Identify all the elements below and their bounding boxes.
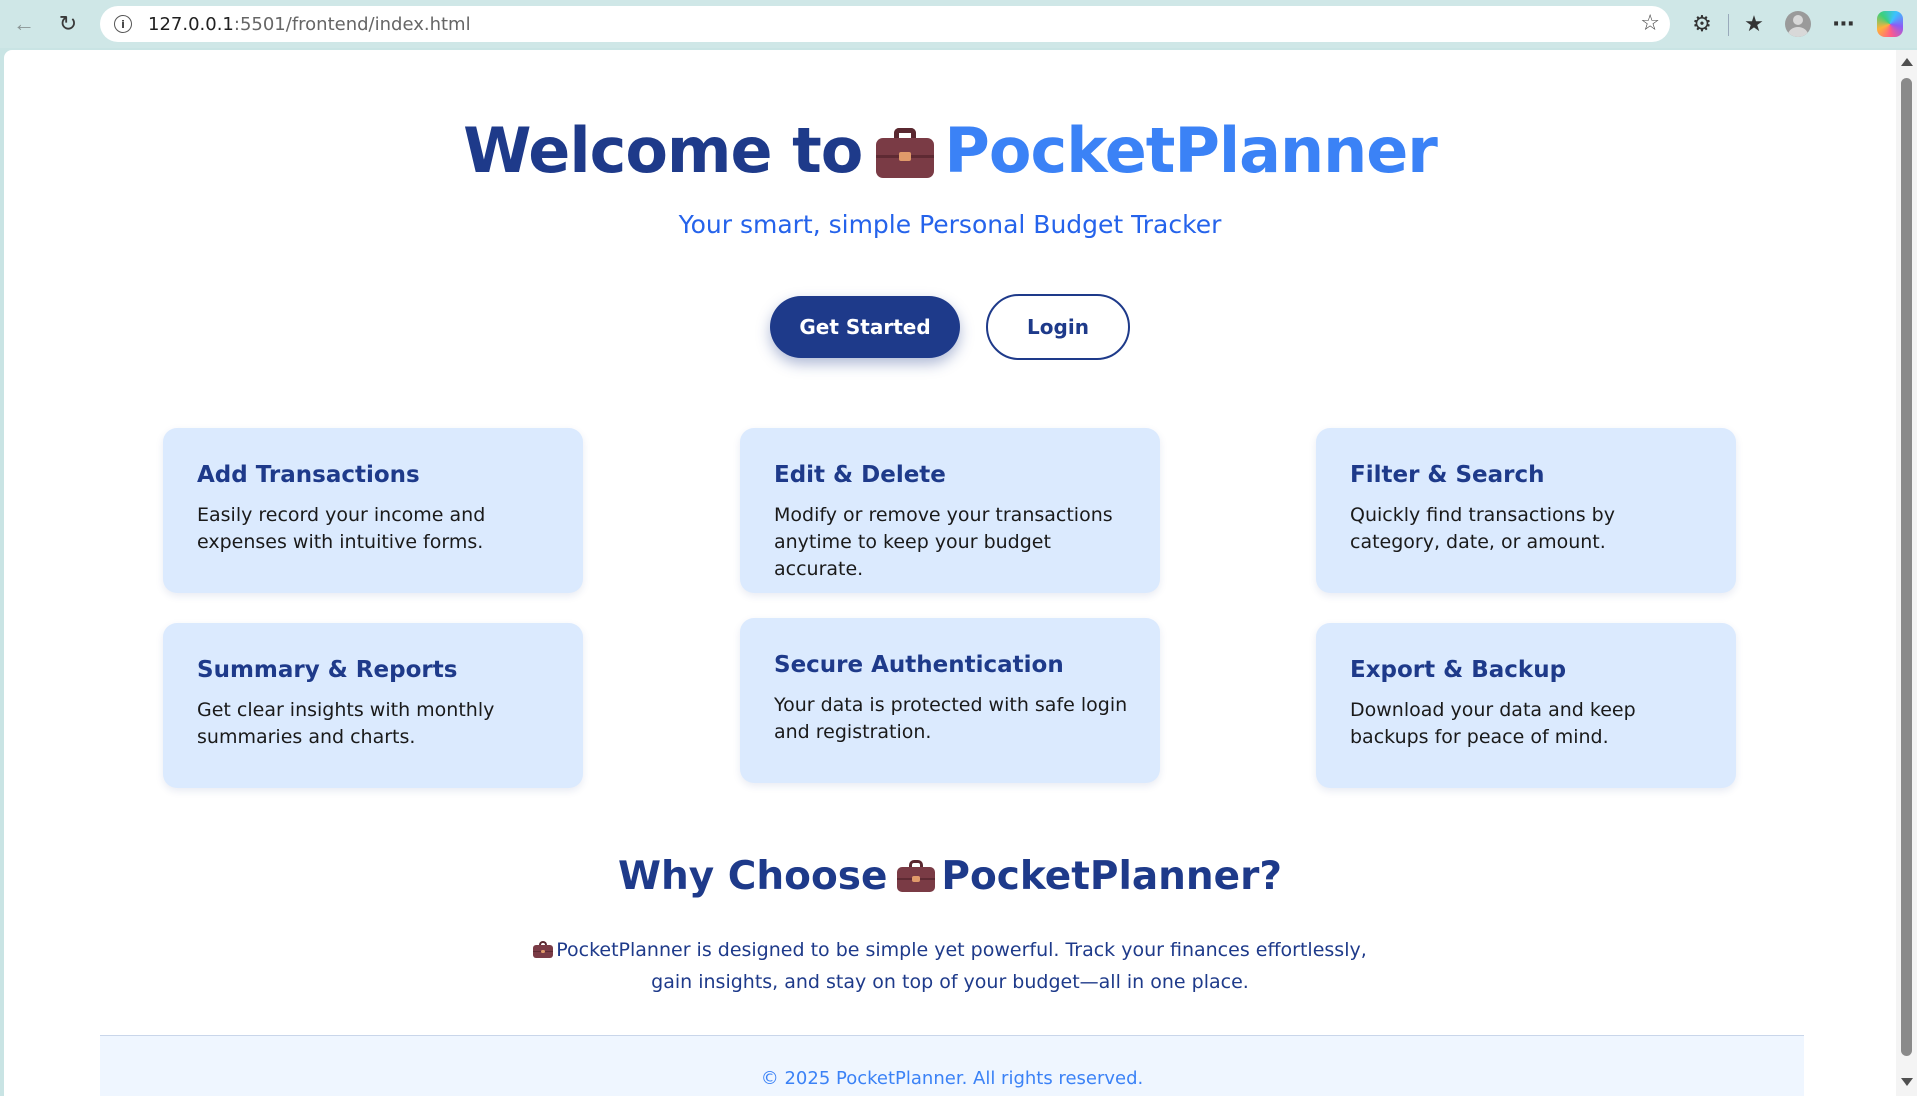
back-arrow-icon[interactable]: ←: [6, 6, 42, 42]
feature-card-text: Easily record your income and expenses w…: [197, 504, 486, 553]
feature-card-title: Filter & Search: [1350, 462, 1545, 488]
feature-card-summary-reports: Summary & Reports Get clear insights wit…: [163, 623, 583, 788]
feature-card-text: Get clear insights with monthly summarie…: [197, 699, 495, 748]
scroll-down-arrow-icon[interactable]: [1901, 1078, 1913, 1086]
feature-card-secure-authentication: Secure Authentication Your data is prote…: [740, 618, 1160, 783]
why-choose-title: Why Choose PocketPlanner?: [4, 854, 1896, 899]
feature-card-export-backup: Export & Backup Download your data and k…: [1316, 623, 1736, 788]
briefcase-icon: [533, 941, 554, 958]
page-viewport: Welcome to PocketPlanner Your smart, simp…: [4, 50, 1896, 1096]
reload-icon[interactable]: ↻: [50, 6, 86, 42]
bookmark-star-icon[interactable]: ☆: [1640, 10, 1660, 36]
briefcase-icon: [876, 128, 935, 178]
why-description-text: PocketPlanner is designed to be simple y…: [556, 939, 1367, 993]
feature-card-text: Quickly find transactions by category, d…: [1350, 504, 1615, 553]
favorites-icon[interactable]: ★: [1736, 6, 1772, 42]
copilot-icon[interactable]: [1872, 6, 1908, 42]
login-button[interactable]: Login: [986, 294, 1130, 360]
feature-card-text: Download your data and keep backups for …: [1350, 699, 1636, 748]
footer-copyright: © 2025 PocketPlanner. All rights reserve…: [760, 1068, 1144, 1089]
feature-card-add-transactions: Add Transactions Easily record your inco…: [163, 428, 583, 593]
hero-title-brand: PocketPlanner: [944, 114, 1437, 187]
hero-title-prefix: Welcome to: [463, 114, 863, 187]
feature-card-text: Modify or remove your transactions anyti…: [774, 504, 1113, 580]
toolbar-divider: [1728, 14, 1729, 36]
feature-card-edit-delete: Edit & Delete Modify or remove your tran…: [740, 428, 1160, 593]
extensions-icon[interactable]: ⚙: [1684, 6, 1720, 42]
browser-toolbar: ← ↻ i 127.0.0.1:5501/frontend/index.html…: [0, 0, 1917, 48]
feature-card-title: Add Transactions: [197, 462, 420, 488]
hero-title: Welcome to PocketPlanner: [4, 114, 1896, 187]
briefcase-icon: [897, 860, 936, 892]
feature-card-filter-search: Filter & Search Quickly find transaction…: [1316, 428, 1736, 593]
feature-card-title: Edit & Delete: [774, 462, 946, 488]
url-text: 127.0.0.1:5501/frontend/index.html: [148, 13, 471, 35]
why-title-brand: PocketPlanner?: [941, 854, 1282, 899]
get-started-button[interactable]: Get Started: [770, 296, 960, 358]
address-bar[interactable]: i 127.0.0.1:5501/frontend/index.html ☆: [100, 6, 1670, 42]
feature-card-title: Summary & Reports: [197, 657, 458, 683]
feature-card-text: Your data is protected with safe login a…: [774, 694, 1128, 743]
site-info-icon[interactable]: i: [114, 15, 132, 33]
page-footer: © 2025 PocketPlanner. All rights reserve…: [100, 1035, 1804, 1096]
why-choose-description: PocketPlanner is designed to be simple y…: [520, 934, 1380, 998]
why-title-prefix: Why Choose: [617, 854, 888, 899]
scroll-up-arrow-icon[interactable]: [1901, 58, 1913, 66]
profile-avatar-icon[interactable]: [1780, 6, 1816, 42]
vertical-scrollbar[interactable]: [1896, 50, 1917, 1096]
feature-card-title: Export & Backup: [1350, 657, 1567, 683]
more-options-icon[interactable]: ⋯: [1826, 6, 1862, 42]
hero-subtitle: Your smart, simple Personal Budget Track…: [678, 210, 1222, 239]
feature-card-title: Secure Authentication: [774, 652, 1064, 678]
scrollbar-thumb[interactable]: [1901, 78, 1912, 1056]
